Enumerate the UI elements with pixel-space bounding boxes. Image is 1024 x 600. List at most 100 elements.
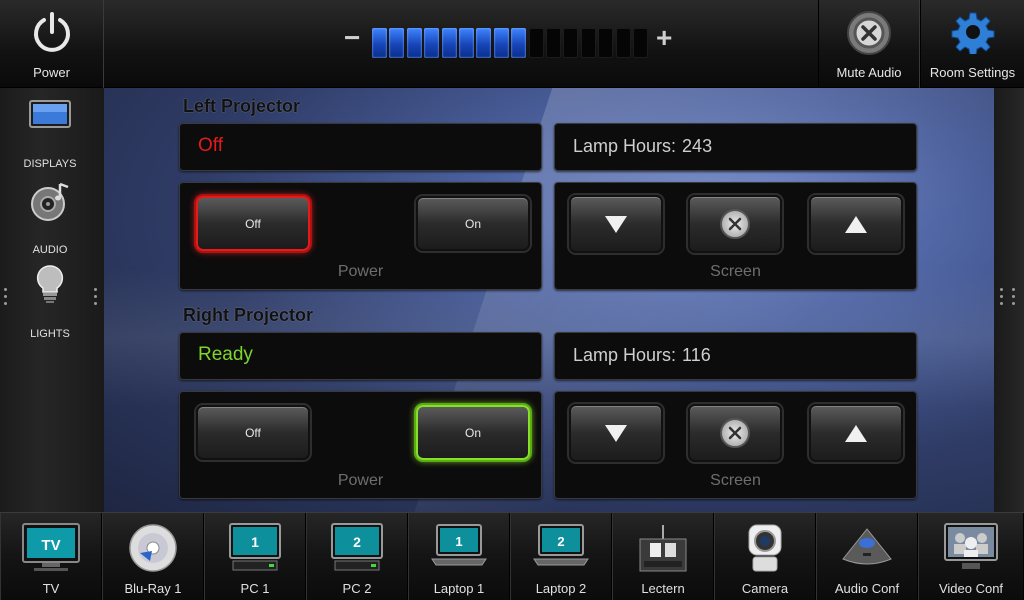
- lamp-hours-label: Lamp Hours:: [573, 136, 677, 156]
- power-off-label: Off: [245, 425, 261, 440]
- volume-segment: [441, 28, 457, 58]
- left-rail-grip[interactable]: [4, 284, 8, 309]
- volume-segment: [546, 28, 561, 58]
- right-rail-grip[interactable]: [1012, 284, 1016, 309]
- power-icon: [30, 10, 74, 57]
- left-projector-title: Left Projector: [183, 96, 301, 116]
- sidebar-item-label: LIGHTS: [30, 328, 70, 340]
- mute-audio-button[interactable]: Mute Audio: [818, 0, 920, 88]
- sidebar-item-label: AUDIO: [32, 244, 68, 256]
- volume-segment: [615, 28, 631, 58]
- arrow-up-icon: [845, 424, 867, 442]
- arrow-down-icon: [605, 424, 627, 442]
- source-bluray-1[interactable]: Blu-Ray 1: [102, 513, 204, 600]
- volume-segment: [406, 28, 422, 58]
- top-bar: Power − + Mute Audio Room Settings: [0, 0, 1024, 88]
- arrow-down-icon: [605, 215, 627, 233]
- source-label: Blu-Ray 1: [124, 581, 182, 596]
- screen-caption: Screen: [710, 263, 761, 280]
- right-screen-down-button[interactable]: [569, 404, 663, 462]
- source-label: Video Conf: [938, 581, 1004, 596]
- source-label: Audio Conf: [834, 581, 900, 596]
- source-label: Laptop 2: [535, 581, 587, 596]
- right-screen-up-button[interactable]: [809, 404, 903, 462]
- left-projector-status: Off: [198, 135, 223, 156]
- right-screen-stop-button[interactable]: [688, 404, 782, 462]
- sidebar-item-lights[interactable]: LIGHTS: [14, 262, 86, 342]
- source-pc-1[interactable]: 1 PC 1: [204, 513, 306, 600]
- left-screen-up-button[interactable]: [809, 195, 903, 253]
- right-projector-power-panel: Off On Power: [179, 391, 542, 499]
- room-settings-button[interactable]: Room Settings: [920, 0, 1024, 88]
- sidebar-item-audio[interactable]: AUDIO: [14, 178, 86, 258]
- laptop-icon: 1: [431, 523, 487, 572]
- pc-badge: 2: [353, 534, 361, 550]
- sidebar-item-label: DISPLAYS: [23, 158, 77, 170]
- left-projector-screen-panel: Screen: [554, 182, 917, 290]
- source-laptop-2[interactable]: 2 Laptop 2: [510, 513, 612, 600]
- volume-segment: [528, 28, 544, 58]
- gear-icon: [951, 10, 995, 57]
- power-on-label: On: [464, 216, 481, 231]
- volume-segment: [372, 28, 387, 58]
- source-label: TV: [42, 581, 60, 596]
- source-label: PC 1: [240, 581, 270, 596]
- source-tv[interactable]: TV TV: [0, 513, 102, 600]
- source-label: Camera: [741, 581, 789, 596]
- monitor-icon: [29, 100, 71, 133]
- lamp-hours-value: 243: [682, 136, 713, 156]
- volume-segment: [580, 28, 596, 58]
- video-conference-icon: [944, 523, 998, 576]
- left-screen-down-button[interactable]: [569, 195, 663, 253]
- left-power-on-button[interactable]: On: [416, 196, 530, 251]
- left-projector-lamp-panel: Lamp Hours: 243: [554, 123, 917, 171]
- volume-segment: [633, 28, 648, 58]
- volume-segment: [476, 28, 492, 58]
- arrow-up-icon: [845, 215, 867, 233]
- left-projector-power-panel: Off On Power: [179, 182, 542, 290]
- right-power-off-button[interactable]: Off: [196, 405, 310, 460]
- lamp-hours-label: Lamp Hours:: [573, 345, 677, 365]
- volume-down-button[interactable]: −: [344, 22, 360, 54]
- pc-monitor-icon: 2: [331, 523, 383, 576]
- source-label: Lectern: [641, 581, 685, 596]
- sidebar-divider-grip[interactable]: [94, 284, 98, 309]
- mute-icon: [846, 10, 892, 59]
- right-power-on-button[interactable]: On: [416, 405, 530, 460]
- volume-up-button[interactable]: +: [656, 22, 672, 54]
- mute-audio-label: Mute Audio: [836, 65, 902, 80]
- source-camera[interactable]: Camera: [714, 513, 816, 600]
- source-audio-conf[interactable]: Audio Conf: [816, 513, 918, 600]
- stop-icon: [720, 209, 750, 239]
- right-rail[interactable]: [994, 88, 1024, 512]
- source-video-conf[interactable]: Video Conf: [918, 513, 1024, 600]
- power-button[interactable]: Power: [0, 0, 104, 88]
- volume-segment: [563, 28, 579, 58]
- source-lectern[interactable]: Lectern: [612, 513, 714, 600]
- left-screen-stop-button[interactable]: [688, 195, 782, 253]
- lamp-hours-value: 116: [682, 345, 711, 365]
- right-projector-screen-panel: Screen: [554, 391, 917, 499]
- tv-icon: TV: [22, 523, 80, 576]
- main-content: Left Projector Off Lamp Hours: 243 Off On…: [104, 88, 994, 512]
- volume-meter[interactable]: [372, 28, 650, 58]
- source-laptop-1[interactable]: 1 Laptop 1: [408, 513, 510, 600]
- left-power-off-button[interactable]: Off: [196, 196, 310, 251]
- laptop-icon: 2: [533, 523, 589, 572]
- source-label: Laptop 1: [433, 581, 485, 596]
- power-off-label: Off: [245, 216, 261, 231]
- power-on-label: On: [464, 425, 481, 440]
- right-projector-lamp-panel: Lamp Hours: 116: [554, 332, 917, 380]
- sidebar-item-displays[interactable]: DISPLAYS: [14, 92, 86, 172]
- camera-icon: [743, 523, 787, 578]
- source-pc-2[interactable]: 2 PC 2: [306, 513, 408, 600]
- lectern-icon: [636, 523, 690, 578]
- room-settings-label: Room Settings: [929, 65, 1016, 80]
- source-label: PC 2: [342, 581, 372, 596]
- right-projector-status-panel: Ready: [179, 332, 542, 380]
- source-bar: TV TV Blu-Ray 1 1 PC 1 2 PC 2 1 Laptop 1…: [0, 512, 1024, 600]
- music-disc-icon: [30, 182, 70, 225]
- right-rail-grip[interactable]: [1000, 284, 1004, 309]
- power-caption: Power: [337, 263, 384, 280]
- pc-monitor-icon: 1: [229, 523, 281, 576]
